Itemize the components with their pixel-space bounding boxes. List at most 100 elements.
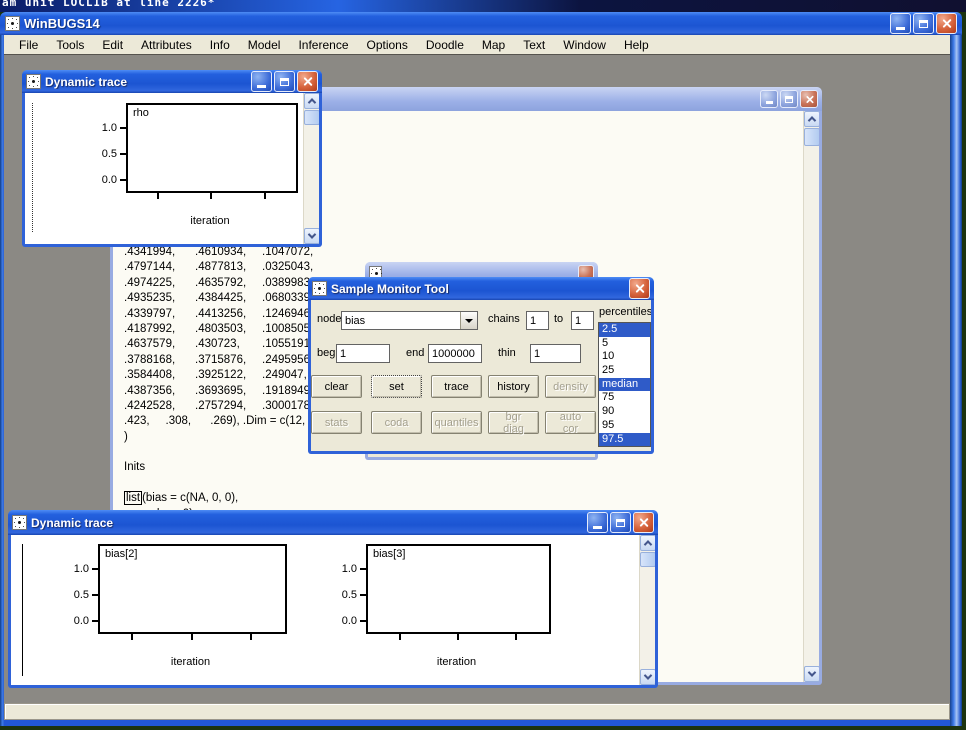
trace-minimize-button[interactable] xyxy=(251,71,272,92)
smt-titlebar[interactable]: Sample Monitor Tool xyxy=(308,277,654,300)
menu-item[interactable]: Attributes xyxy=(132,37,201,53)
data-line: .3584408, .3925122, .249047, xyxy=(124,369,307,382)
to-label: to xyxy=(554,313,564,325)
chains-to-input[interactable] xyxy=(571,311,594,330)
node-combobox[interactable]: bias xyxy=(341,311,478,330)
menu-item[interactable]: Window xyxy=(554,37,615,53)
smt-action-button[interactable]: bgr diag xyxy=(488,411,539,435)
menu-item[interactable]: Model xyxy=(239,37,290,53)
menu-item[interactable]: Options xyxy=(358,37,417,53)
menu-item[interactable]: Tools xyxy=(47,37,93,53)
doc-scrollbar[interactable] xyxy=(803,111,819,682)
percentile-item[interactable]: 25 xyxy=(599,364,650,378)
data-line: .4242528, .2757294, .3000178, xyxy=(124,399,314,412)
percentile-item[interactable]: 97.5 xyxy=(599,432,650,446)
y-tick: 1.0 xyxy=(342,563,366,575)
doc-maximize-button[interactable] xyxy=(780,90,798,108)
smt-action-button[interactable]: auto cor xyxy=(545,411,596,435)
trace-top-scrollbar[interactable] xyxy=(303,93,319,244)
percentile-item[interactable]: 2.5 xyxy=(599,323,650,337)
smt-action-button[interactable]: coda xyxy=(371,411,422,434)
smt-action-button[interactable]: clear xyxy=(311,375,362,398)
maximize-button[interactable] xyxy=(913,13,934,34)
close-button[interactable] xyxy=(936,13,957,34)
trace-bottom-content: 1.0 0.5 0.0 bias[2] iteration 1.0 0.5 0.0 bi… xyxy=(11,535,655,685)
close-icon xyxy=(804,94,813,103)
trace-close-button[interactable] xyxy=(633,512,654,533)
y-tick: 0.5 xyxy=(74,589,98,601)
combo-dropdown-button[interactable] xyxy=(460,312,477,329)
percentile-item[interactable]: 95 xyxy=(599,419,650,433)
smt-action-button[interactable]: history xyxy=(488,375,539,398)
chevron-down-icon xyxy=(307,230,317,239)
x-tick xyxy=(190,634,193,640)
y-tick: 1.0 xyxy=(74,563,98,575)
winbugs-app-icon xyxy=(312,281,327,296)
data-line: .4935235, .4384425, .0680339, xyxy=(124,292,314,305)
smt-action-button[interactable]: density xyxy=(545,375,596,398)
menu-item[interactable]: Doodle xyxy=(417,37,473,53)
end-input[interactable] xyxy=(428,344,482,363)
scroll-thumb[interactable] xyxy=(640,552,655,567)
selected-word[interactable]: list xyxy=(124,491,143,506)
scroll-thumb[interactable] xyxy=(304,110,319,125)
chevron-down-icon xyxy=(643,671,653,680)
y-tick: 0.5 xyxy=(342,589,366,601)
scroll-up-button[interactable] xyxy=(304,93,319,109)
trace-maximize-button[interactable] xyxy=(274,71,295,92)
menu-item[interactable]: Text xyxy=(514,37,554,53)
menu-item[interactable]: Inference xyxy=(289,37,357,53)
percentile-item[interactable]: 75 xyxy=(599,391,650,405)
percentile-item[interactable]: 5 xyxy=(599,337,650,351)
beg-input[interactable] xyxy=(336,344,390,363)
trace-maximize-button[interactable] xyxy=(610,512,631,533)
smt-title: Sample Monitor Tool xyxy=(331,281,449,296)
smt-action-button[interactable]: set xyxy=(371,375,422,398)
x-axis-label: iteration xyxy=(436,656,477,668)
data-line: .4187992, .4803503, .1008505, xyxy=(124,322,314,335)
trace-bottom-scrollbar[interactable] xyxy=(639,535,655,685)
doc-minimize-button[interactable] xyxy=(760,90,778,108)
scroll-thumb[interactable] xyxy=(804,128,819,146)
close-icon xyxy=(302,76,313,87)
trace-top-titlebar[interactable]: Dynamic trace xyxy=(22,70,322,93)
close-icon xyxy=(634,283,645,294)
scroll-down-button[interactable] xyxy=(804,666,819,682)
scroll-down-button[interactable] xyxy=(640,669,655,685)
trace-minimize-button[interactable] xyxy=(587,512,608,533)
smt-close-button[interactable] xyxy=(629,278,650,299)
percentile-item[interactable]: median xyxy=(599,377,650,392)
scroll-up-button[interactable] xyxy=(640,535,655,551)
menu-item[interactable]: Map xyxy=(473,37,514,53)
data-line: ) xyxy=(124,430,128,443)
smt-action-button[interactable]: trace xyxy=(431,375,482,398)
menu-item[interactable]: File xyxy=(10,37,47,53)
trace-close-button[interactable] xyxy=(297,71,318,92)
close-icon xyxy=(638,517,649,528)
minimize-icon xyxy=(257,84,266,88)
menu-item[interactable]: Edit xyxy=(93,37,132,53)
percentile-item[interactable]: 90 xyxy=(599,405,650,419)
percentiles-label: percentiles xyxy=(599,306,651,318)
chains-from-input[interactable] xyxy=(526,311,549,330)
menu-item[interactable]: Help xyxy=(615,37,658,53)
doc-close-button[interactable] xyxy=(800,90,818,108)
maximize-icon xyxy=(785,95,793,103)
main-titlebar[interactable]: WinBUGS14 xyxy=(0,12,962,35)
scroll-down-button[interactable] xyxy=(304,228,319,244)
background-window-strip: am unit LOCLIB at line 2226* xyxy=(0,0,966,12)
minimize-button[interactable] xyxy=(890,13,911,34)
scroll-up-button[interactable] xyxy=(804,111,819,127)
percentiles-listbox[interactable]: 2.5 5 10 25 median 75 90 95 97.5 xyxy=(598,322,651,447)
menu-item[interactable]: Info xyxy=(201,37,239,53)
smt-action-button[interactable]: quantiles xyxy=(431,411,482,434)
x-tick xyxy=(398,634,401,640)
percentile-item[interactable]: 10 xyxy=(599,350,650,364)
x-axis-label: iteration xyxy=(170,656,211,668)
node-value: bias xyxy=(345,314,366,327)
y-tick: 0.5 xyxy=(102,148,126,160)
trace-bottom-titlebar[interactable]: Dynamic trace xyxy=(8,510,658,535)
background-window-title: am unit LOCLIB at line 2226* xyxy=(2,0,216,9)
smt-action-button[interactable]: stats xyxy=(311,411,362,434)
thin-input[interactable] xyxy=(530,344,581,363)
